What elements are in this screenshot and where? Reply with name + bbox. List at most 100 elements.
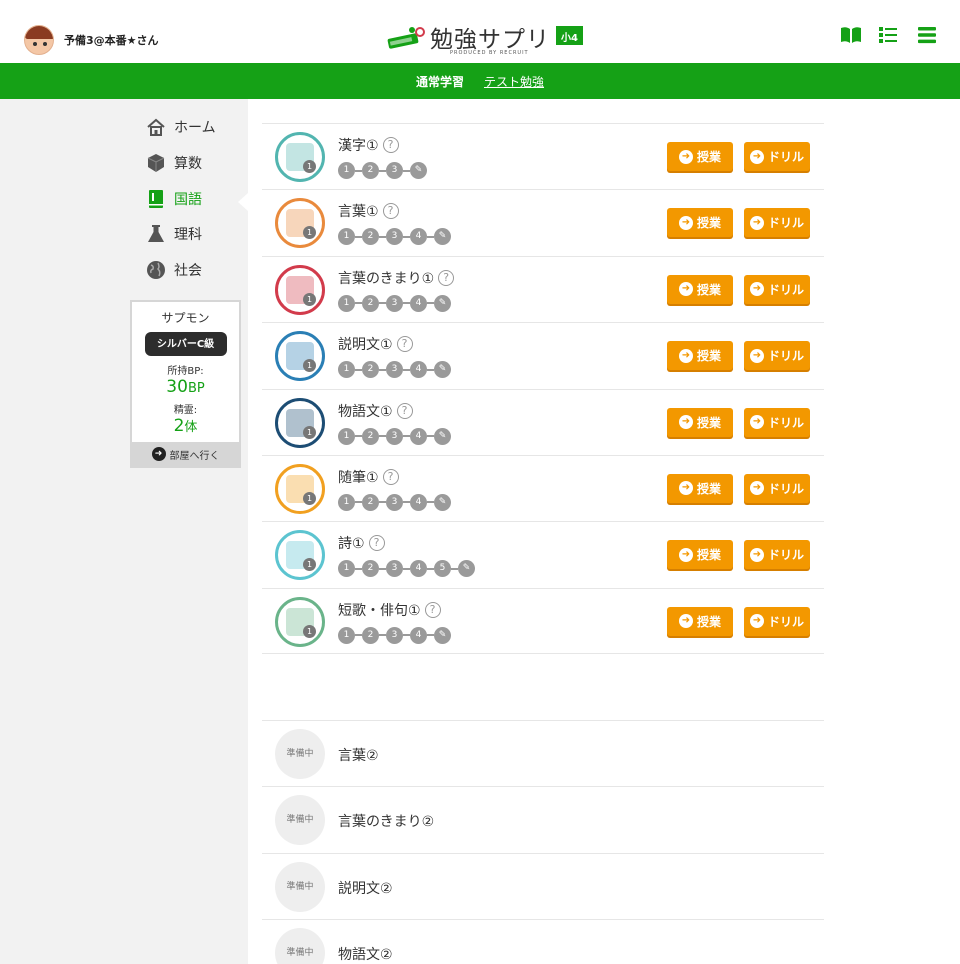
step-dot[interactable]: 3 — [386, 626, 403, 644]
step-dot[interactable]: 4 — [410, 493, 427, 511]
unit-thumbnail[interactable]: 1 — [275, 397, 325, 448]
unit-title-text: 随筆① — [338, 469, 379, 486]
unit-number-badge: 1 — [303, 558, 316, 572]
step-dot[interactable]: 2 — [362, 228, 379, 246]
step-dot[interactable]: 2 — [362, 294, 379, 312]
step-dot[interactable]: 4 — [410, 228, 427, 246]
unit-thumbnail[interactable]: 1 — [275, 132, 325, 182]
sidebar-item-science[interactable]: 理科 — [146, 224, 202, 244]
tab-regular-study[interactable]: 通常学習 — [416, 73, 464, 90]
step-dot[interactable]: 1 — [338, 427, 355, 445]
drill-button[interactable]: ➜ ドリル — [744, 274, 810, 304]
unit-thumbnail[interactable]: 1 — [275, 530, 325, 581]
upcoming-row: 準備中 言葉のきまり② — [262, 786, 824, 852]
step-dot[interactable]: 2 — [362, 361, 379, 379]
help-icon[interactable]: ? — [396, 336, 413, 353]
step-dot[interactable]: 4 — [410, 427, 427, 445]
step-dot[interactable]: 4 — [410, 626, 427, 644]
tab-test-study[interactable]: テスト勉強 — [484, 73, 544, 90]
sidebar-item-japanese[interactable]: 国語 — [146, 189, 202, 209]
unit-row: 1 詩①? 1 2 3 4 5 ✎ ➜ 授業 ➜ ドリル — [262, 521, 824, 587]
step-dot[interactable]: 4 — [410, 294, 427, 312]
lesson-button[interactable]: ➜ 授業 — [667, 208, 733, 238]
help-icon[interactable]: ? — [382, 137, 399, 153]
help-icon[interactable]: ? — [438, 269, 455, 286]
upcoming-row: 準備中 説明文② — [262, 852, 824, 919]
step-dot[interactable]: 2 — [362, 162, 379, 179]
unit-title: 言葉①? — [338, 201, 399, 221]
go-to-room-button[interactable]: ➜ 部屋へ行く — [132, 442, 239, 466]
drill-button[interactable]: ➜ ドリル — [744, 606, 810, 636]
step-dot[interactable]: 1 — [338, 560, 355, 578]
step-dot[interactable]: 1 — [338, 162, 355, 179]
sidebar-item-math[interactable]: 算数 — [146, 153, 202, 173]
step-progress: 1 2 3 4 ✎ — [338, 427, 451, 445]
unit-thumbnail[interactable]: 1 — [275, 463, 325, 514]
unit-title: 漢字①? — [338, 135, 399, 155]
menu-icon[interactable] — [916, 26, 938, 44]
step-dot[interactable]: 3 — [386, 228, 403, 246]
arrow-right-icon: ➜ — [678, 481, 693, 496]
lesson-button[interactable]: ➜ 授業 — [667, 274, 733, 304]
open-book-icon[interactable] — [840, 26, 862, 44]
bp-label: 所持BP: — [167, 366, 204, 377]
lesson-button[interactable]: ➜ 授業 — [667, 142, 733, 171]
lesson-button[interactable]: ➜ 授業 — [667, 473, 733, 503]
help-icon[interactable]: ? — [424, 601, 441, 618]
unit-title-text: 短歌・俳句① — [338, 602, 421, 619]
step-progress: 1 2 3 4 ✎ — [338, 493, 451, 511]
avatar[interactable] — [24, 25, 54, 55]
pencil-icon[interactable]: ✎ — [434, 493, 451, 511]
drill-button[interactable]: ➜ ドリル — [744, 407, 810, 437]
help-icon[interactable]: ? — [382, 203, 399, 220]
step-dot[interactable]: 2 — [362, 560, 379, 578]
list-icon[interactable] — [878, 26, 900, 44]
step-dot[interactable]: 3 — [386, 427, 403, 445]
step-dot[interactable]: 1 — [338, 228, 355, 246]
unit-thumbnail[interactable]: 1 — [275, 264, 325, 315]
step-dot[interactable]: 3 — [386, 162, 403, 179]
drill-button[interactable]: ➜ ドリル — [744, 473, 810, 503]
drill-button[interactable]: ➜ ドリル — [744, 540, 810, 570]
pencil-icon[interactable]: ✎ — [434, 361, 451, 379]
help-icon[interactable]: ? — [396, 402, 413, 419]
step-dot[interactable]: 3 — [386, 493, 403, 511]
lesson-button[interactable]: ➜ 授業 — [667, 540, 733, 570]
lesson-button[interactable]: ➜ 授業 — [667, 341, 733, 371]
step-dot[interactable]: 2 — [362, 493, 379, 511]
step-dot[interactable]: 3 — [386, 294, 403, 312]
unit-thumbnail[interactable]: 1 — [275, 331, 325, 382]
pencil-icon[interactable]: ✎ — [434, 228, 451, 246]
pencil-icon[interactable]: ✎ — [434, 294, 451, 312]
step-dot[interactable]: 1 — [338, 626, 355, 644]
pencil-icon[interactable]: ✎ — [434, 427, 451, 445]
app-logo[interactable]: 勉強サプリ 小4 PRODUCED BY RECRUIT — [386, 20, 583, 56]
pencil-icon[interactable]: ✎ — [458, 560, 475, 578]
sidebar-item-label: ホーム — [174, 120, 216, 136]
unit-thumbnail[interactable]: 1 — [275, 198, 325, 249]
drill-button[interactable]: ➜ ドリル — [744, 142, 810, 171]
help-icon[interactable]: ? — [382, 468, 399, 485]
drill-button[interactable]: ➜ ドリル — [744, 341, 810, 371]
step-dot[interactable]: 1 — [338, 493, 355, 511]
step-dot[interactable]: 1 — [338, 361, 355, 379]
sidebar-item-social[interactable]: 社会 — [146, 260, 202, 280]
drill-button[interactable]: ➜ ドリル — [744, 208, 810, 238]
user-profile[interactable]: 予備3@本番★さん — [24, 25, 159, 55]
step-dot[interactable]: 2 — [362, 427, 379, 445]
lesson-button[interactable]: ➜ 授業 — [667, 407, 733, 437]
button-label: 授業 — [696, 349, 721, 364]
step-dot[interactable]: 1 — [338, 294, 355, 312]
step-dot[interactable]: 5 — [434, 560, 451, 578]
step-dot[interactable]: 3 — [386, 361, 403, 379]
lesson-button[interactable]: ➜ 授業 — [667, 606, 733, 636]
help-icon[interactable]: ? — [368, 535, 385, 552]
step-dot[interactable]: 4 — [410, 560, 427, 578]
pencil-icon[interactable]: ✎ — [434, 626, 451, 644]
sidebar-item-home[interactable]: ホーム — [146, 117, 216, 137]
step-dot[interactable]: 3 — [386, 560, 403, 578]
pencil-icon[interactable]: ✎ — [410, 162, 427, 179]
step-dot[interactable]: 4 — [410, 361, 427, 379]
step-dot[interactable]: 2 — [362, 626, 379, 644]
unit-thumbnail[interactable]: 1 — [275, 596, 325, 647]
